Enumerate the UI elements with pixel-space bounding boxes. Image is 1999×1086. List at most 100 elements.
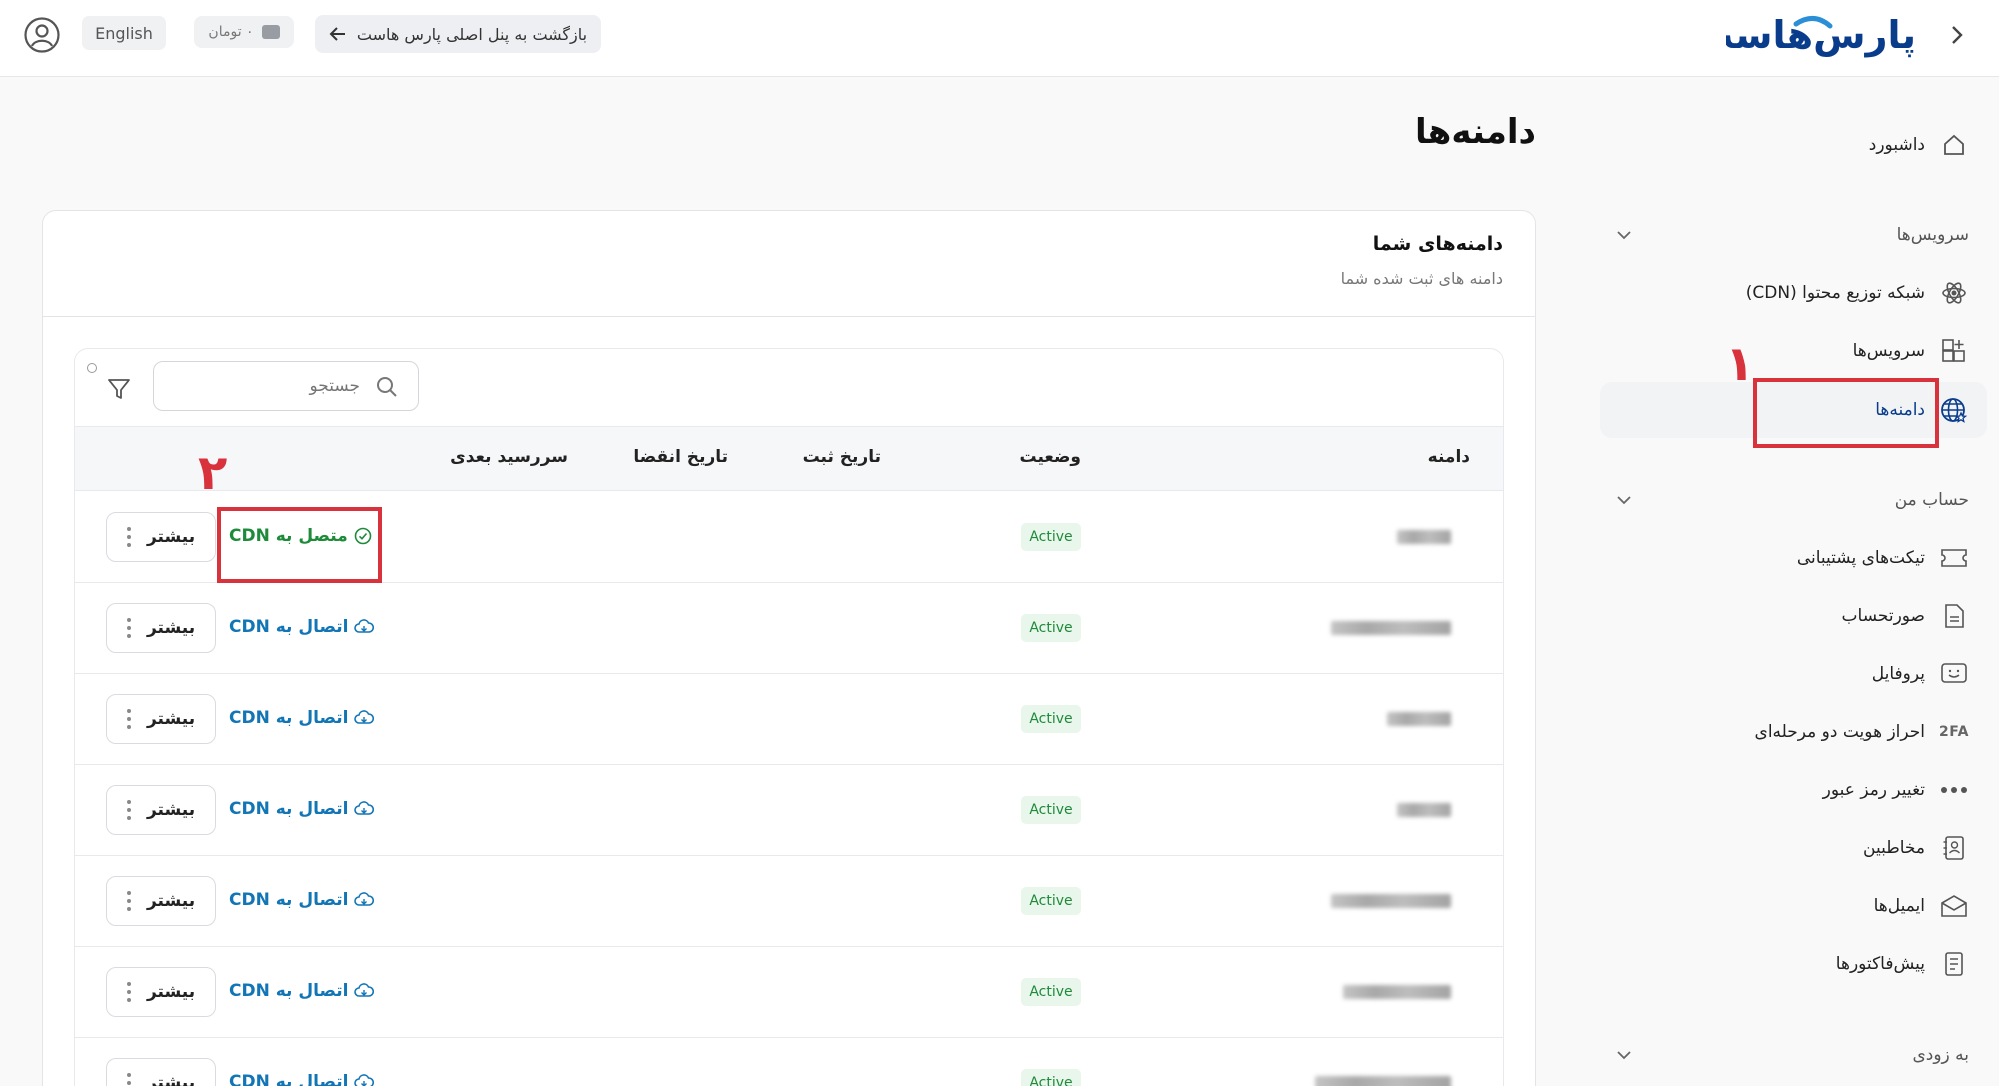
column-header-domain[interactable]: دامنه — [1428, 447, 1470, 467]
user-avatar-icon[interactable] — [23, 16, 61, 54]
cloud-connect-icon — [354, 710, 375, 724]
cdn-label: اتصال به CDN — [229, 890, 349, 910]
atom-icon — [1939, 278, 1969, 308]
sidebar-item-change-password[interactable]: تغییر رمز عبور — [1823, 770, 1969, 810]
sidebar-item-billing[interactable]: صورتحساب — [1842, 596, 1969, 636]
language-button[interactable]: English — [82, 16, 166, 50]
domain-name-redacted — [1315, 1076, 1451, 1086]
more-button[interactable]: بیشتر — [106, 785, 216, 835]
password-dots-icon — [1939, 775, 1969, 805]
sidebar-section-services[interactable]: سرویس‌ها — [1590, 220, 1969, 250]
more-button[interactable]: بیشتر — [106, 694, 216, 744]
card-header: دامنه‌های شما دامنه های ثبت شده شما — [43, 211, 1535, 317]
sidebar-item-label: شبکه توزیع محتوا (CDN) — [1745, 283, 1925, 303]
more-button[interactable]: بیشتر — [106, 876, 216, 926]
sidebar-item-dashboard[interactable]: داشبورد — [1869, 125, 1969, 165]
arrow-left-icon — [329, 27, 345, 41]
table-row[interactable]: Active اتصال به CDN بیشتر — [75, 856, 1503, 947]
cloud-connect-icon — [354, 983, 375, 997]
back-to-main-panel-button[interactable]: بازگشت به پنل اصلی پارس هاست — [315, 15, 601, 53]
filter-icon[interactable] — [105, 375, 133, 403]
more-button[interactable]: بیشتر — [106, 512, 216, 562]
table-row[interactable]: Active اتصال به CDN بیشتر — [75, 947, 1503, 1038]
column-header-status[interactable]: وضعیت — [1019, 447, 1081, 467]
filter-indicator-dot — [87, 363, 97, 373]
column-header-expiry[interactable]: تاریخ انقضا — [633, 447, 728, 467]
connect-cdn-link[interactable]: اتصال به CDN — [229, 612, 375, 642]
cdn-label: اتصال به CDN — [229, 708, 349, 728]
invoice-icon — [1939, 949, 1969, 979]
sidebar-item-cdn[interactable]: شبکه توزیع محتوا (CDN) — [1746, 273, 1969, 313]
status-badge: Active — [1021, 978, 1081, 1006]
table-row[interactable]: Active اتصال به CDN بیشتر — [75, 765, 1503, 856]
sidebar-item-tickets[interactable]: تیکت‌های پشتیبانی — [1797, 538, 1969, 578]
chevron-down-icon — [1617, 496, 1631, 505]
more-vertical-icon — [126, 891, 131, 911]
annotation-box-2 — [217, 507, 382, 583]
connect-cdn-link[interactable]: اتصال به CDN — [229, 885, 375, 915]
status-badge: Active — [1021, 705, 1081, 733]
cloud-connect-icon — [354, 892, 375, 906]
sidebar-item-services[interactable]: سرویس‌ها — [1853, 331, 1969, 371]
wallet-icon — [261, 25, 280, 39]
chevron-right-icon[interactable] — [1946, 22, 1968, 48]
more-label: بیشتر — [146, 527, 196, 547]
status-badge: Active — [1021, 887, 1081, 915]
cloud-connect-icon — [354, 801, 375, 815]
cdn-label: اتصال به CDN — [229, 617, 349, 637]
connect-cdn-link[interactable]: اتصال به CDN — [229, 794, 375, 824]
more-label: بیشتر — [146, 709, 196, 729]
more-button[interactable]: بیشتر — [106, 967, 216, 1017]
cdn-label: اتصال به CDN — [229, 981, 349, 1001]
section-label: سرویس‌ها — [1896, 225, 1969, 245]
grid-plus-icon — [1939, 336, 1969, 366]
domain-name-redacted — [1343, 985, 1451, 999]
sidebar-section-account[interactable]: حساب من — [1590, 485, 1969, 515]
smile-card-icon — [1939, 659, 1969, 689]
mail-icon — [1939, 891, 1969, 921]
table-row[interactable]: Active اتصال به CDN بیشتر — [75, 583, 1503, 674]
column-header-registered[interactable]: تاریخ ثبت — [803, 447, 881, 467]
sidebar-item-label: ایمیل‌ها — [1873, 896, 1925, 916]
table-row[interactable]: Active اتصال به CDN بیشتر — [75, 1038, 1503, 1086]
domain-name-redacted — [1331, 621, 1451, 635]
more-button[interactable]: بیشتر — [106, 1058, 216, 1086]
more-vertical-icon — [126, 1073, 131, 1086]
connect-cdn-link[interactable]: اتصال به CDN — [229, 976, 375, 1006]
more-button[interactable]: بیشتر — [106, 603, 216, 653]
more-label: بیشتر — [146, 891, 196, 911]
table-row[interactable]: Active اتصال به CDN بیشتر — [75, 674, 1503, 765]
domain-name-redacted — [1397, 803, 1451, 817]
parshost-logo[interactable]: پارس‌هاست — [1726, 4, 1921, 68]
domains-table: دامنه وضعیت تاریخ ثبت تاریخ انقضا سررسید… — [74, 348, 1504, 1086]
status-badge: Active — [1021, 523, 1081, 551]
sidebar-item-2fa[interactable]: 2FA احراز هویت دو مرحله‌ای — [1755, 712, 1969, 752]
sidebar-item-proforma[interactable]: پیش‌فاکتورها — [1836, 944, 1969, 984]
cloud-connect-icon — [354, 619, 375, 633]
sidebar-item-label: داشبورد — [1868, 135, 1925, 155]
sidebar-item-label: پیش‌فاکتورها — [1835, 954, 1925, 974]
connect-cdn-link[interactable]: اتصال به CDN — [229, 703, 375, 733]
sidebar-item-emails[interactable]: ایمیل‌ها — [1874, 886, 1969, 926]
more-label: بیشتر — [146, 618, 196, 638]
sidebar-item-profile[interactable]: پروفایل — [1872, 654, 1969, 694]
more-vertical-icon — [126, 800, 131, 820]
annotation-box-1 — [1753, 378, 1939, 448]
domain-name-redacted — [1397, 530, 1451, 544]
contacts-icon — [1939, 833, 1969, 863]
more-label: بیشتر — [146, 982, 196, 1002]
top-header: English ۰ تومان بازگشت به پنل اصلی پارس … — [0, 0, 1999, 77]
more-label: بیشتر — [146, 800, 196, 820]
sidebar-item-label: صورتحساب — [1841, 606, 1925, 626]
chevron-down-icon — [1617, 231, 1631, 240]
column-header-next-due[interactable]: سررسید بعدی — [450, 447, 568, 467]
twofa-icon: 2FA — [1938, 724, 1970, 740]
sidebar-item-label: تغییر رمز عبور — [1822, 780, 1925, 800]
sidebar-section-coming-soon[interactable]: به زودی — [1590, 1040, 1969, 1070]
sidebar-item-contacts[interactable]: مخاطبین — [1863, 828, 1969, 868]
section-label: حساب من — [1894, 490, 1969, 510]
wallet-balance[interactable]: ۰ تومان — [194, 16, 294, 48]
table-header: دامنه وضعیت تاریخ ثبت تاریخ انقضا سررسید… — [75, 427, 1503, 491]
more-vertical-icon — [126, 527, 131, 547]
connect-cdn-link[interactable]: اتصال به CDN — [229, 1067, 375, 1086]
